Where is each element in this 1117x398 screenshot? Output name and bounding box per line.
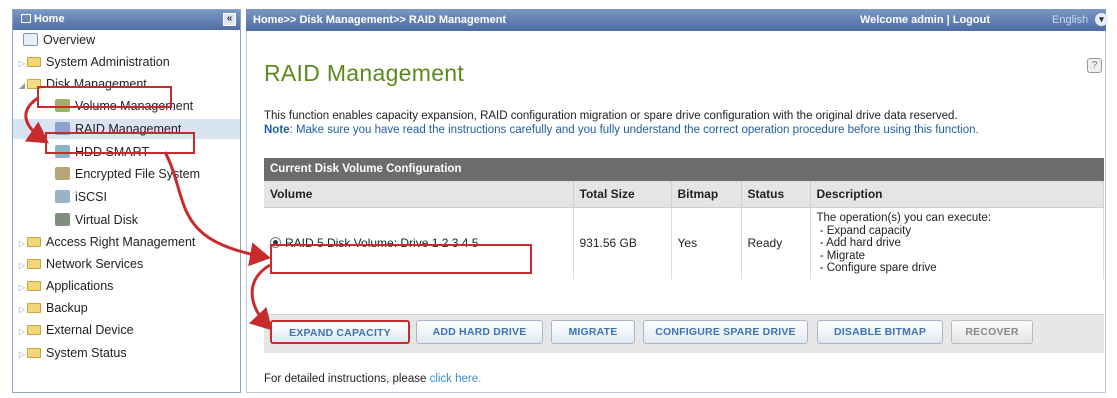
breadcrumb: Home>> Disk Management>> RAID Management [253,14,507,26]
expand-icon[interactable]: ▷ [17,322,27,342]
encrypted-fs-icon [55,167,70,180]
sidebar-item-external-device[interactable]: ▷ External Device [17,320,134,340]
sidebar-item-overview[interactable]: Overview [23,30,95,50]
folder-icon [27,325,41,335]
note-body: : Make sure you have read the instructio… [289,124,979,136]
note-text: Note: Make sure you have read the instru… [264,123,1104,137]
sidebar-item-virtual-disk[interactable]: Virtual Disk [55,210,138,230]
sidebar-item-label: System Status [46,346,127,360]
app-window: Home « Overview ▷ System Administration ◢… [0,0,1117,398]
sidebar-item-label: Backup [46,301,88,315]
highlight-raid-management [45,132,195,154]
description-text: This function enables capacity expansion… [264,110,958,122]
language-select[interactable]: English [1052,14,1088,26]
sidebar-item-applications[interactable]: ▷ Applications [17,276,113,296]
sidebar-item-label: Overview [43,33,96,47]
migrate-button[interactable]: MIGRATE [551,320,635,344]
table-header-row: Volume Total Size Bitmap Status Descript… [264,181,1104,208]
click-here-link[interactable]: click here. [430,373,482,385]
folder-icon [27,237,41,247]
sidebar-home-label[interactable]: Home [34,13,65,25]
sidebar-item-access-right-management[interactable]: ▷ Access Right Management [17,232,195,252]
folder-icon [27,57,41,67]
virtual-disk-icon [55,213,70,226]
iscsi-icon [55,190,70,203]
bitmap-cell: Yes [671,207,742,279]
logout-link[interactable]: Logout [953,14,990,26]
col-description: Description [810,181,1104,208]
col-status: Status [741,181,811,208]
add-hard-drive-button[interactable]: ADD HARD DRIVE [416,320,543,344]
note-label: Note [264,124,290,136]
col-total-size: Total Size [573,181,672,208]
collapse-icon[interactable]: ◢ [17,76,27,96]
expand-icon[interactable]: ▷ [17,256,27,276]
welcome-label: Welcome admin | [860,14,953,26]
expand-icon[interactable]: ▷ [17,345,27,365]
total-size-cell: 931.56 GB [573,207,672,279]
expand-icon[interactable]: ▷ [17,278,27,298]
col-volume: Volume [264,181,574,208]
welcome-text: Welcome admin | Logout [860,14,990,26]
expand-icon[interactable]: ▷ [17,54,27,74]
sidebar-item-label: Encrypted File System [75,167,201,181]
sidebar-item-label: Virtual Disk [75,213,138,227]
sidebar-item-label: System Administration [46,55,170,69]
sidebar-item-label: iSCSI [75,190,107,204]
sidebar-item-label: Network Services [46,257,144,271]
folder-icon [27,259,41,269]
home-icon [21,14,31,23]
overview-icon [23,33,38,46]
top-bar: Home>> Disk Management>> RAID Management… [246,9,1108,31]
sidebar-item-label: External Device [46,323,134,337]
folder-icon [27,303,41,313]
help-icon[interactable]: ? [1087,58,1102,73]
chevron-down-icon[interactable]: ▾ [1095,13,1108,26]
configure-spare-drive-button[interactable]: CONFIGURE SPARE DRIVE [643,320,808,344]
sidebar-item-system-administration[interactable]: ▷ System Administration [17,52,170,72]
recover-button[interactable]: RECOVER [951,320,1033,344]
sidebar-item-encrypted-file-system[interactable]: Encrypted File System [55,164,200,184]
sidebar-item-backup[interactable]: ▷ Backup [17,298,88,318]
panel-title: Current Disk Volume Configuration [264,158,1104,181]
sidebar: Home « Overview ▷ System Administration ◢… [12,9,241,393]
sidebar-item-iscsi[interactable]: iSCSI [55,187,107,207]
page-description: This function enables capacity expansion… [264,109,1104,137]
highlight-volume [270,244,532,274]
footer-note: For detailed instructions, please click … [264,373,481,385]
sidebar-item-network-services[interactable]: ▷ Network Services [17,254,143,274]
status-cell: Ready [741,207,811,279]
folder-icon [27,281,41,291]
expand-capacity-button[interactable]: EXPAND CAPACITY [270,320,410,344]
disable-bitmap-button[interactable]: DISABLE BITMAP [817,320,943,344]
sidebar-item-system-status[interactable]: ▷ System Status [17,343,127,363]
sidebar-item-label: Access Right Management [46,235,196,249]
highlight-disk-management [37,86,172,108]
sidebar-header: Home « [13,10,240,30]
footer-text: For detailed instructions, please [264,373,430,385]
col-bitmap: Bitmap [671,181,742,208]
folder-icon [27,348,41,358]
expand-icon[interactable]: ▷ [17,300,27,320]
collapse-sidebar-icon[interactable]: « [223,13,236,26]
page-title: RAID Management [264,60,465,86]
expand-icon[interactable]: ▷ [17,234,27,254]
operations-list: The operation(s) you can execute: - Expa… [816,212,992,274]
description-cell: The operation(s) you can execute: - Expa… [810,207,1104,279]
action-bar: EXPAND CAPACITY ADD HARD DRIVE MIGRATE C… [264,314,1104,353]
sidebar-item-label: Applications [46,279,114,293]
